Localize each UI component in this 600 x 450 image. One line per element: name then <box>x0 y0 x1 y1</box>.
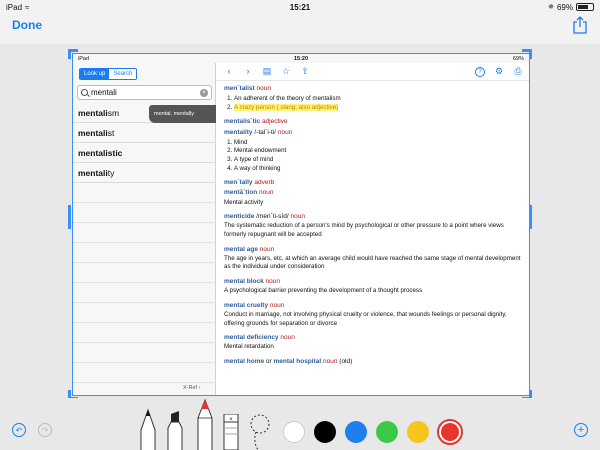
entry-headword: mentā´tion noun <box>224 189 274 197</box>
definition-text: The systematic reduction of a person's m… <box>224 222 504 238</box>
status-time: 15:21 <box>289 2 311 12</box>
help-icon[interactable]: ? <box>475 66 485 77</box>
gear-icon[interactable]: ⚙ <box>494 67 504 77</box>
word-suffix: sm <box>107 107 120 118</box>
pen-tool-icon[interactable] <box>138 408 158 450</box>
share-icon[interactable] <box>572 16 588 34</box>
word-prefix: mentali <box>78 127 108 138</box>
definition-list: An adherent of the theory of mentalism A… <box>224 95 523 112</box>
pencil-tool-icon[interactable] <box>195 398 215 450</box>
print-icon[interactable]: ⎙ <box>513 67 523 77</box>
definition-item: Mental endowment <box>234 147 523 156</box>
entry-headword: mentalis´tic adjective <box>224 118 288 126</box>
entry-headword: mental block noun <box>224 278 281 286</box>
definition-text: Mental retardation <box>224 343 274 351</box>
empty-list-rows <box>73 183 216 383</box>
redo-icon: ↷ <box>38 423 52 437</box>
search-field[interactable]: mentali × <box>77 85 212 100</box>
add-icon[interactable]: + <box>574 423 588 437</box>
word-suffix: ty <box>107 167 115 178</box>
wifi-icon: ≈ <box>25 2 30 12</box>
color-swatch-white[interactable] <box>283 421 305 443</box>
markup-top-bar: Done <box>0 14 600 44</box>
battery-icon <box>576 3 594 11</box>
definition-text: The age in years, etc, at which an avera… <box>224 254 521 271</box>
word-list-item[interactable]: mentali ty <box>73 163 216 183</box>
entry-headword: men´tally adverb <box>224 179 275 187</box>
search-icon <box>81 89 88 96</box>
chevron-right-icon: › <box>198 385 201 391</box>
dictionary-sidebar: Look up Search mentali × mentali sm menta… <box>73 63 216 395</box>
back-icon[interactable]: ‹ <box>224 67 234 77</box>
xref-label: X-Ref <box>183 385 198 391</box>
eraser-tool-icon[interactable]: × <box>222 414 240 450</box>
highlighter-tool-icon[interactable] <box>165 410 185 450</box>
definition-text: Conduct in marriage, not involving physi… <box>224 310 507 327</box>
status-bar: iPad ≈ 15:21 ✵ 69% <box>0 0 600 14</box>
search-input[interactable]: mentali <box>91 88 200 97</box>
definition-item-highlighted: A crazy person ( slang, also adjective) <box>234 103 523 113</box>
color-swatch-black[interactable] <box>314 421 336 443</box>
lookup-tab[interactable]: Look up <box>80 69 110 79</box>
word-prefix: mentali <box>78 167 108 178</box>
entry-headword: mental age noun <box>224 245 275 253</box>
inner-status-time: 15:20 <box>293 55 309 62</box>
bluetooth-icon: ✵ <box>548 4 554 11</box>
definition-list: Mind Mental endowment A type of mind A w… <box>224 139 523 174</box>
definition-pane: ‹ › ▤ ☆ ⇧ ? ⚙ ⎙ men´talist noun An adher… <box>216 63 529 395</box>
done-button[interactable]: Done <box>12 18 42 32</box>
xref-button[interactable]: X-Ref › <box>183 385 200 391</box>
entry-headword: mental home or mental hospital noun (old… <box>224 358 353 366</box>
selected-color-dot <box>441 423 459 441</box>
book-icon[interactable]: ▤ <box>262 67 272 77</box>
mode-segmented-control: Look up Search <box>79 68 138 80</box>
crop-handle-left[interactable] <box>68 205 71 229</box>
inner-status-bar: iPad 15:20 69% <box>73 54 529 63</box>
definition-item: A type of mind <box>234 156 523 165</box>
entry-headword: mental cruelty noun <box>224 301 285 309</box>
definition-item: A way of thinking <box>234 165 523 174</box>
screenshot-canvas[interactable]: iPad 15:20 69% Look up Search mentali × … <box>72 53 530 396</box>
battery-percent: 69% <box>556 2 573 12</box>
color-swatch-red-selected[interactable] <box>437 419 463 445</box>
definition-toolbar: ‹ › ▤ ☆ ⇧ ? ⚙ ⎙ <box>216 63 529 81</box>
definition-item: Mind <box>234 139 523 148</box>
entry-headword: men´talist noun <box>224 85 271 92</box>
definition-item: An adherent of the theory of mentalism <box>234 95 523 104</box>
lasso-tool-icon[interactable] <box>248 412 272 450</box>
word-suffix: st <box>107 127 115 138</box>
star-icon[interactable]: ☆ <box>281 67 291 77</box>
word-prefix: mentalistic <box>78 147 123 158</box>
markup-toolbar: ↶ ↷ × + <box>0 398 600 450</box>
entry-headword: menticide /men´ti-sīd/ noun <box>224 213 305 221</box>
forward-icon[interactable]: › <box>243 67 253 77</box>
suggestion-popup[interactable]: mental, mentally <box>149 105 216 123</box>
inner-battery-percent: 69% <box>512 55 524 62</box>
definition-content: men´talist noun An adherent of the theor… <box>216 81 529 369</box>
word-list-item[interactable]: mentali st <box>73 123 216 143</box>
color-swatch-blue[interactable] <box>345 421 367 443</box>
inner-device-label: iPad <box>78 55 90 62</box>
entry-headword: mental deficiency noun <box>224 334 295 342</box>
share-icon[interactable]: ⇧ <box>300 67 310 77</box>
definition-text: Mental activity <box>224 198 264 206</box>
color-swatch-yellow[interactable] <box>407 421 429 443</box>
search-tab[interactable]: Search <box>109 69 137 79</box>
svg-text:×: × <box>229 417 233 423</box>
word-list-item[interactable]: mentalistic <box>73 143 216 163</box>
device-label: iPad <box>6 2 23 12</box>
word-prefix: mentali <box>78 107 108 118</box>
undo-icon[interactable]: ↶ <box>12 423 26 437</box>
color-swatch-green[interactable] <box>376 421 398 443</box>
clear-icon[interactable]: × <box>200 88 208 97</box>
entry-headword: mentality /-tal´i-ti/ noun <box>224 128 293 136</box>
definition-text: A psychological barrier preventing the d… <box>224 287 423 295</box>
